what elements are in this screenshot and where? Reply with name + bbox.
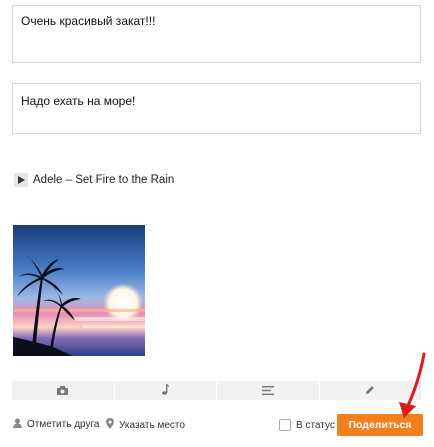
attachment-toolbar	[12, 381, 421, 400]
play-icon[interactable]	[14, 173, 28, 187]
to-status-label: В статус	[296, 419, 335, 431]
location-label: Указать место	[119, 419, 185, 431]
post-footer: Отметить друга Указать место В статус По…	[0, 412, 434, 438]
red-arrow-annotation	[399, 352, 426, 418]
post-text-field-2[interactable]: Надо ехать на море!	[12, 83, 421, 134]
location-pin-icon	[106, 418, 114, 432]
person-icon	[13, 418, 22, 431]
music-note-icon	[161, 382, 170, 400]
attached-photo[interactable]	[13, 225, 145, 356]
location-link[interactable]: Указать место	[106, 418, 185, 432]
pencil-icon	[365, 382, 375, 400]
post-text-field-1[interactable]: Очень красивый закат!!!	[12, 5, 421, 63]
add-photo-button[interactable]	[12, 381, 115, 400]
post-text-1: Очень красивый закат!!!	[21, 14, 156, 28]
to-status-option[interactable]: В статус	[279, 419, 335, 431]
post-text-2: Надо ехать на море!	[21, 94, 136, 108]
to-status-checkbox[interactable]	[279, 419, 291, 431]
tag-friend-label: Отметить друга	[27, 419, 100, 430]
add-music-button[interactable]	[115, 381, 217, 400]
music-track-title[interactable]: Adele – Set Fire to the Rain	[33, 174, 174, 186]
camera-icon	[57, 382, 69, 400]
tag-friend-link[interactable]: Отметить друга	[13, 418, 99, 431]
text-lines-icon	[261, 382, 274, 400]
add-text-button[interactable]	[217, 381, 320, 400]
music-attachment: Adele – Set Fire to the Rain	[14, 172, 174, 188]
